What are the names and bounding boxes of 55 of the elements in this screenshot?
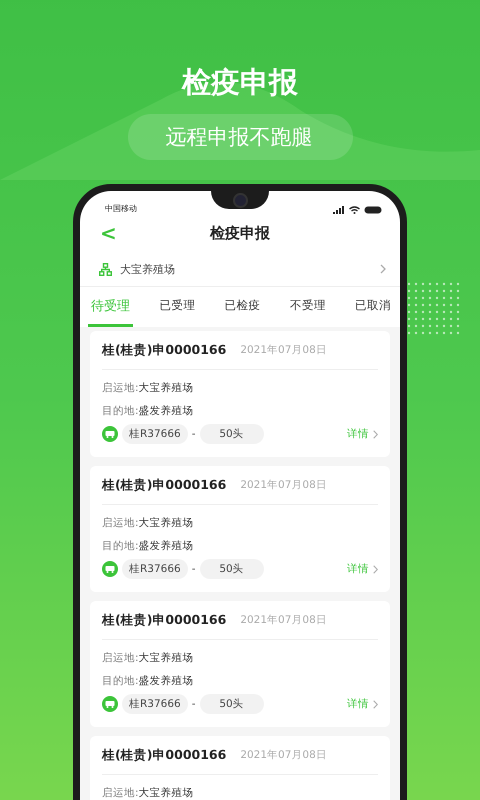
- dash-separator: -: [192, 698, 196, 710]
- declaration-card[interactable]: 桂(桂贵)申0000166 2021年07月08日 启运地:大宝养殖场 目的地:盛发养殖场 桂R37666 - 50头 详情: [90, 601, 390, 727]
- declaration-date: 2021年07月08日: [240, 613, 327, 627]
- origin-value: 大宝养殖场: [138, 516, 194, 530]
- field-label: 目的地:: [102, 674, 139, 688]
- declaration-date: 2021年07月08日: [240, 343, 327, 357]
- destination-value: 盛发养殖场: [138, 404, 194, 418]
- plate-number: 桂R37666: [122, 424, 188, 444]
- destination-value: 盛发养殖场: [138, 538, 194, 552]
- farm-selector[interactable]: 大宝养殖场: [80, 252, 400, 287]
- plate-number: 桂R37666: [122, 559, 188, 579]
- wifi-icon: [349, 206, 360, 214]
- declaration-number: 桂(桂贵)申0000166: [102, 476, 226, 494]
- chevron-right-icon: [380, 264, 386, 274]
- chevron-right-icon: [373, 564, 378, 574]
- carrier-name: 中国移动: [105, 203, 137, 214]
- origin-value: 大宝养殖场: [138, 380, 194, 394]
- truck-icon: [102, 561, 118, 577]
- declaration-card[interactable]: 桂(桂贵)申0000166 2021年07月08日 启运地:大宝养殖场 目的地:盛发养殖场 桂R37666 - 50头 详情: [90, 331, 390, 457]
- signal-icon: [333, 206, 345, 214]
- screen-title: 检疫申报: [210, 224, 270, 242]
- declaration-card[interactable]: 桂(桂贵)申0000166 2021年07月08日 启运地:大宝养殖场 目的地:盛发养殖场 桂R37666 - 50头 详情: [90, 466, 390, 592]
- declaration-date: 2021年07月08日: [240, 478, 327, 492]
- hierarchy-icon: [99, 262, 112, 276]
- dash-separator: -: [192, 428, 196, 440]
- declaration-date: 2021年07月08日: [240, 748, 327, 762]
- status-tab[interactable]: 已取消: [352, 287, 394, 327]
- field-label: 目的地:: [102, 404, 139, 418]
- head-count: 50头: [200, 424, 264, 444]
- plate-number: 桂R37666: [122, 694, 188, 714]
- truck-icon: [102, 696, 118, 712]
- chevron-right-icon: [373, 430, 378, 438]
- field-label: 目的地:: [102, 538, 139, 552]
- truck-icon: [102, 426, 118, 442]
- field-label: 启运地:: [102, 650, 139, 664]
- headline: 检疫申报: [182, 64, 298, 101]
- dash-separator: -: [192, 563, 196, 575]
- status-tab[interactable]: 已受理: [156, 287, 198, 327]
- status-tab[interactable]: 不受理: [286, 287, 329, 327]
- field-label: 启运地:: [102, 786, 139, 800]
- declaration-number: 桂(桂贵)申0000166: [102, 342, 226, 358]
- head-count: 50头: [200, 559, 264, 579]
- battery-icon: [364, 206, 382, 214]
- field-label: 启运地:: [102, 516, 139, 530]
- declaration-number: 桂(桂贵)申0000166: [102, 612, 226, 628]
- declaration-number: 桂(桂贵)申0000166: [102, 746, 226, 764]
- slogan-banner: 远程申报不跑腿: [128, 114, 352, 160]
- status-tab[interactable]: 已检疫: [222, 287, 264, 327]
- head-count: 50头: [200, 694, 264, 714]
- origin-value: 大宝养殖场: [138, 650, 194, 664]
- destination-value: 盛发养殖场: [138, 674, 194, 688]
- origin-value: 大宝养殖场: [138, 786, 194, 800]
- chevron-right-icon: [373, 700, 378, 708]
- field-label: 启运地:: [102, 380, 139, 394]
- declaration-card[interactable]: 桂(桂贵)申0000166 2021年07月08日 启运地:大宝养殖场: [90, 736, 390, 800]
